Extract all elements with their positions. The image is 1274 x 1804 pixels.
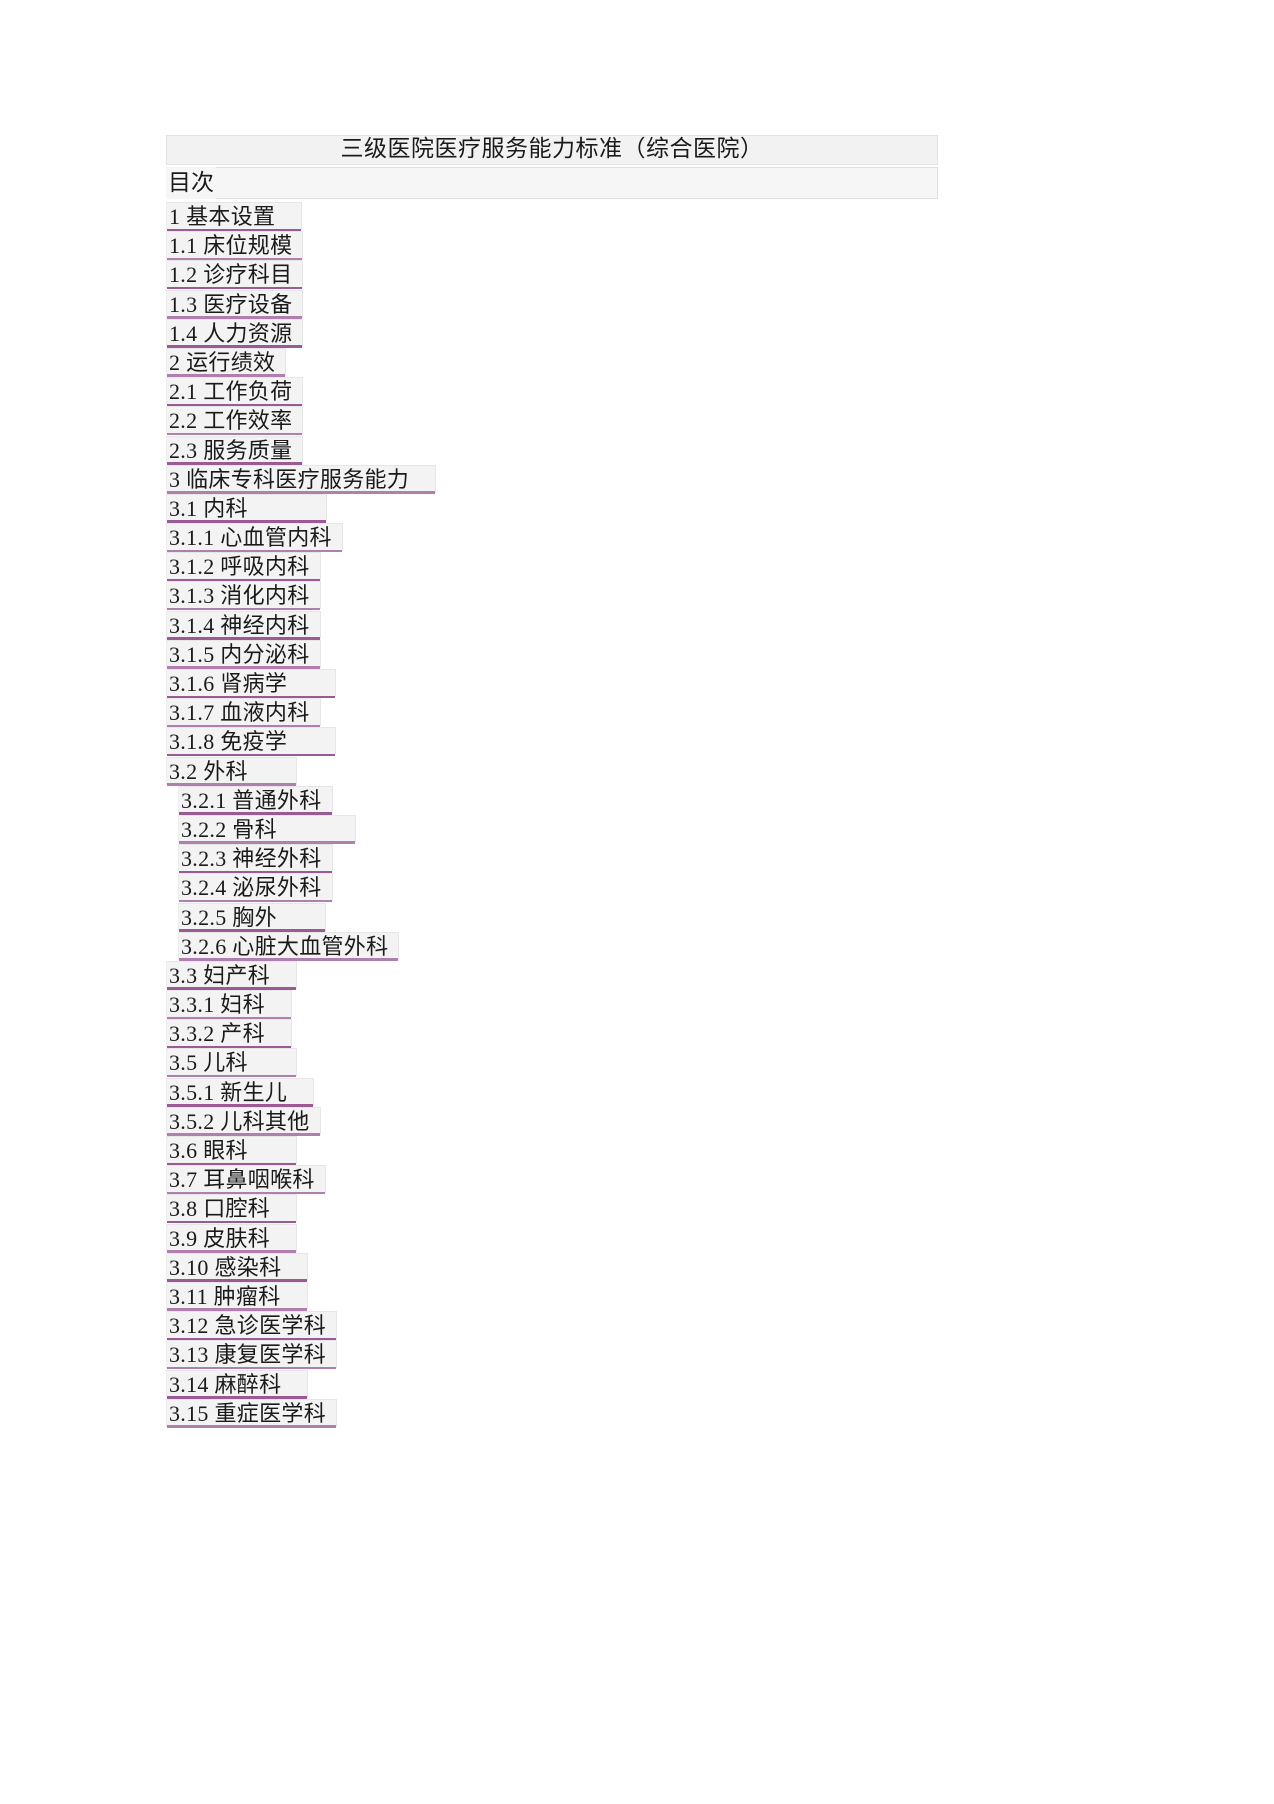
toc-entry: 3.1.7 血液内科 xyxy=(166,698,1106,728)
toc-link[interactable]: 2.2 工作效率 xyxy=(166,406,304,436)
toc-entry: 1.4 人力资源 xyxy=(166,318,1106,348)
toc-entry: 3.3 妇产科 xyxy=(166,960,1106,990)
toc-entry: 3.10 感染科 xyxy=(166,1252,1106,1282)
toc-entry: 2.1 工作负荷 xyxy=(166,377,1106,407)
toc-entry: 3.2.5 胸外 xyxy=(166,902,1106,932)
toc-link[interactable]: 3.8 口腔科 xyxy=(166,1194,298,1224)
toc-link[interactable]: 3.1.3 消化内科 xyxy=(166,581,321,611)
toc-link[interactable]: 2.1 工作负荷 xyxy=(166,377,304,407)
toc-entry: 3.15 重症医学科 xyxy=(166,1398,1106,1428)
toc-link[interactable]: 3.15 重症医学科 xyxy=(166,1398,338,1428)
toc-entry: 3.14 麻醉科 xyxy=(166,1369,1106,1399)
toc-link[interactable]: 3.1.7 血液内科 xyxy=(166,698,321,728)
toc-entry: 3.2.4 泌尿外科 xyxy=(166,873,1106,903)
toc-link[interactable]: 1 基本设置 xyxy=(166,202,303,231)
toc-link[interactable]: 3.7 耳鼻咽喉科 xyxy=(166,1165,326,1195)
toc-entry: 3.5.2 儿科其他 xyxy=(166,1106,1106,1136)
toc-entry: 3.11 肿瘤科 xyxy=(166,1281,1106,1311)
toc-link[interactable]: 1.2 诊疗科目 xyxy=(166,260,304,290)
toc-entry: 3.1.6 肾病学 xyxy=(166,669,1106,698)
toc-entry: 3.3.1 妇科 xyxy=(166,990,1106,1020)
toc-link[interactable]: 3.1 内科 xyxy=(166,493,327,523)
toc-entry: 3.2.6 心脏大血管外科 xyxy=(166,931,1106,961)
toc-entry: 3.1.1 心血管内科 xyxy=(166,523,1106,553)
toc-link[interactable]: 3.1.6 肾病学 xyxy=(166,669,337,698)
toc-link[interactable]: 3.6 眼科 xyxy=(166,1136,297,1165)
toc-entry: 1.2 诊疗科目 xyxy=(166,260,1106,290)
toc-entry: 3.1.2 呼吸内科 xyxy=(166,552,1106,582)
toc-entry: 3.7 耳鼻咽喉科 xyxy=(166,1165,1106,1195)
toc-entry: 3.1.5 内分泌科 xyxy=(166,639,1106,669)
toc-entry: 3.1.3 消化内科 xyxy=(166,581,1106,611)
toc-entry: 1.3 医疗设备 xyxy=(166,289,1106,319)
toc-link[interactable]: 3.5.2 儿科其他 xyxy=(166,1106,321,1136)
toc-heading-row: 目次 xyxy=(166,167,1106,202)
toc-link[interactable]: 3 临床专科医疗服务能力 xyxy=(166,464,437,494)
page-title: 三级医院医疗服务能力标准（综合医院） xyxy=(340,136,764,161)
toc-entry: 1 基本设置 xyxy=(166,202,1106,231)
toc-entry: 3.1 内科 xyxy=(166,493,1106,523)
toc-link[interactable]: 3.3.1 妇科 xyxy=(166,990,292,1020)
toc-entry: 3.5 儿科 xyxy=(166,1048,1106,1078)
toc-list: 1 基本设置 1.1 床位规模 1.2 诊疗科目 1.3 医疗设备 1.4 人力资源 2 … xyxy=(166,202,1106,1428)
toc-entry: 3.2 外科 xyxy=(166,756,1106,786)
toc-entry: 2 运行绩效 xyxy=(166,347,1106,377)
toc-link[interactable]: 2.3 服务质量 xyxy=(166,435,304,465)
document-page: 三级医院医疗服务能力标准（综合医院） 目次 1 基本设置 1.1 床位规模 1.2 … xyxy=(0,0,1274,1804)
toc-link[interactable]: 3.2.2 骨科 xyxy=(178,814,356,844)
toc-link[interactable]: 3.14 麻醉科 xyxy=(166,1369,309,1399)
toc-entry: 3.1.8 免疫学 xyxy=(166,727,1106,757)
toc-link[interactable]: 1.3 医疗设备 xyxy=(166,289,304,319)
toc-link[interactable]: 3.2 外科 xyxy=(166,756,297,786)
toc-link[interactable]: 1.1 床位规模 xyxy=(166,231,304,261)
toc-heading: 目次 xyxy=(166,167,216,199)
toc-entry: 3.2.2 骨科 xyxy=(166,814,1106,844)
toc-heading-shading xyxy=(215,167,938,199)
toc-link[interactable]: 3.10 感染科 xyxy=(166,1252,309,1282)
toc-entry: 3.12 急诊医学科 xyxy=(166,1311,1106,1341)
toc-link[interactable]: 2 运行绩效 xyxy=(166,347,287,377)
toc-link[interactable]: 3.2.4 泌尿外科 xyxy=(178,873,333,903)
toc-link[interactable]: 3.13 康复医学科 xyxy=(166,1340,338,1370)
toc-entry: 3.8 口腔科 xyxy=(166,1194,1106,1224)
toc-link[interactable]: 3.1.8 免疫学 xyxy=(166,727,337,757)
toc-link[interactable]: 3.2.6 心脏大血管外科 xyxy=(178,931,400,961)
toc-link[interactable]: 3.11 肿瘤科 xyxy=(166,1281,308,1311)
toc-entry: 3 临床专科医疗服务能力 xyxy=(166,464,1106,494)
toc-link[interactable]: 3.2.3 神经外科 xyxy=(178,844,333,874)
toc-link[interactable]: 3.2.1 普通外科 xyxy=(178,785,333,815)
toc-link[interactable]: 3.1.5 内分泌科 xyxy=(166,639,321,669)
toc-link[interactable]: 3.1.2 呼吸内科 xyxy=(166,552,321,582)
toc-entry: 2.2 工作效率 xyxy=(166,406,1106,436)
toc-link[interactable]: 3.5 儿科 xyxy=(166,1048,297,1078)
toc-entry: 1.1 床位规模 xyxy=(166,231,1106,261)
toc-link[interactable]: 3.2.5 胸外 xyxy=(178,902,326,932)
toc-entry: 3.2.1 普通外科 xyxy=(166,785,1106,815)
toc-link[interactable]: 3.5.1 新生儿 xyxy=(166,1077,315,1107)
toc-link[interactable]: 3.3.2 产科 xyxy=(166,1019,292,1049)
toc-link[interactable]: 3.1.1 心血管内科 xyxy=(166,523,343,553)
document-content: 三级医院医疗服务能力标准（综合医院） 目次 1 基本设置 1.1 床位规模 1.2 … xyxy=(166,133,1106,1428)
toc-entry: 3.2.3 神经外科 xyxy=(166,844,1106,874)
toc-link[interactable]: 1.4 人力资源 xyxy=(166,318,304,348)
toc-entry: 3.6 眼科 xyxy=(166,1136,1106,1165)
toc-entry: 3.1.4 神经内科 xyxy=(166,610,1106,640)
toc-entry: 2.3 服务质量 xyxy=(166,435,1106,465)
toc-entry: 3.3.2 产科 xyxy=(166,1019,1106,1049)
toc-entry: 3.5.1 新生儿 xyxy=(166,1077,1106,1107)
document-title-row: 三级医院医疗服务能力标准（综合医院） xyxy=(166,133,1106,167)
toc-link[interactable]: 3.9 皮肤科 xyxy=(166,1223,298,1253)
toc-entry: 3.9 皮肤科 xyxy=(166,1223,1106,1253)
toc-link[interactable]: 3.1.4 神经内科 xyxy=(166,610,321,640)
toc-link[interactable]: 3.3 妇产科 xyxy=(166,960,298,990)
toc-link[interactable]: 3.12 急诊医学科 xyxy=(166,1311,338,1341)
toc-entry: 3.13 康复医学科 xyxy=(166,1340,1106,1370)
